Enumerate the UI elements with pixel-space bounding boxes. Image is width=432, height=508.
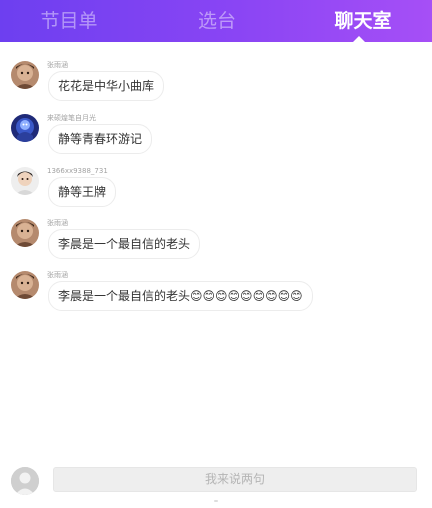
sender-name: 来硕煌笔自月光 [47, 114, 96, 122]
user-avatar-icon[interactable] [11, 271, 39, 299]
sender-name: 1366xx9388_731 [47, 167, 108, 175]
chat-message: 1366xx9388_731 静等王牌 [0, 167, 432, 215]
user-avatar-icon[interactable] [11, 114, 39, 142]
user-avatar-icon[interactable] [11, 167, 39, 195]
chat-message: 来硕煌笔自月光 静等青春环游记 [0, 114, 432, 162]
user-avatar-icon[interactable] [11, 61, 39, 89]
message-bubble: 静等王牌 [48, 177, 117, 207]
message-text: 李晨是一个最自信的老头 [58, 289, 191, 303]
sender-name: 张雨涵 [47, 61, 68, 69]
message-bubble: 花花是中华小曲库 [48, 71, 165, 101]
message-bubble: 李晨是一个最自信的老头 [48, 229, 201, 259]
chat-message: 张雨涵 李晨是一个最自信的老头😊😊😊😊😊😊😊😊😊 [0, 271, 432, 319]
tab-program-list[interactable]: 节目单 [28, 0, 110, 42]
chat-input[interactable] [53, 467, 417, 492]
top-tab-bar: 节目单 选台 聊天室 [0, 0, 432, 43]
user-avatar-icon[interactable] [11, 219, 39, 247]
active-tab-indicator [352, 36, 366, 43]
message-bubble: 静等青春环游记 [48, 124, 153, 154]
sender-name: 张雨涵 [47, 271, 68, 279]
message-bubble: 李晨是一个最自信的老头😊😊😊😊😊😊😊😊😊 [48, 281, 313, 311]
sender-name: 张雨涵 [47, 219, 68, 227]
home-indicator [214, 500, 218, 502]
chat-message: 张雨涵 李晨是一个最自信的老头 [0, 219, 432, 267]
tab-channel-select[interactable]: 选台 [176, 0, 258, 42]
user-avatar-icon[interactable] [11, 467, 39, 495]
emoji-string: 😊😊😊😊😊😊😊😊😊 [190, 289, 303, 303]
chat-message: 张雨涵 花花是中华小曲库 [0, 61, 432, 109]
